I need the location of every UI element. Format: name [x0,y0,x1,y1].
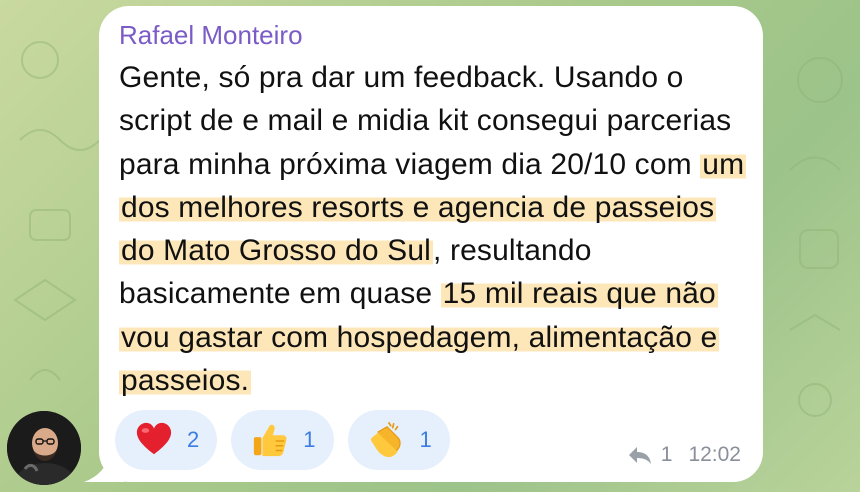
reaction-heart[interactable]: 2 [115,410,218,470]
reaction-count: 1 [303,427,316,452]
reply-count[interactable]: 1 [661,443,673,467]
clapping-hands-icon [370,422,401,458]
message-text: Gente, só pra dar um feedback. Usando o … [119,56,749,402]
avatar-photo [7,411,81,485]
message-text-part: Gente, só pra dar um feedback. Usando o … [119,61,732,181]
reaction-clapping[interactable]: 1 [347,410,450,470]
message-meta: 1 12:02 [627,443,741,467]
message-time: 12:02 [688,443,741,466]
avatar[interactable] [7,411,81,485]
message-bubble: Rafael Monteiro Gente, só pra dar um fee… [99,6,763,482]
reaction-count: 2 [187,427,200,452]
reactions-bar: 2 1 1 [115,410,450,470]
reaction-count: 1 [419,427,432,452]
thumbs-up-icon [254,424,287,457]
reaction-thumbs-up[interactable]: 1 [231,410,334,470]
heart-icon [136,422,172,455]
reply-arrow-icon[interactable] [627,445,653,465]
sender-name[interactable]: Rafael Monteiro [119,18,743,52]
